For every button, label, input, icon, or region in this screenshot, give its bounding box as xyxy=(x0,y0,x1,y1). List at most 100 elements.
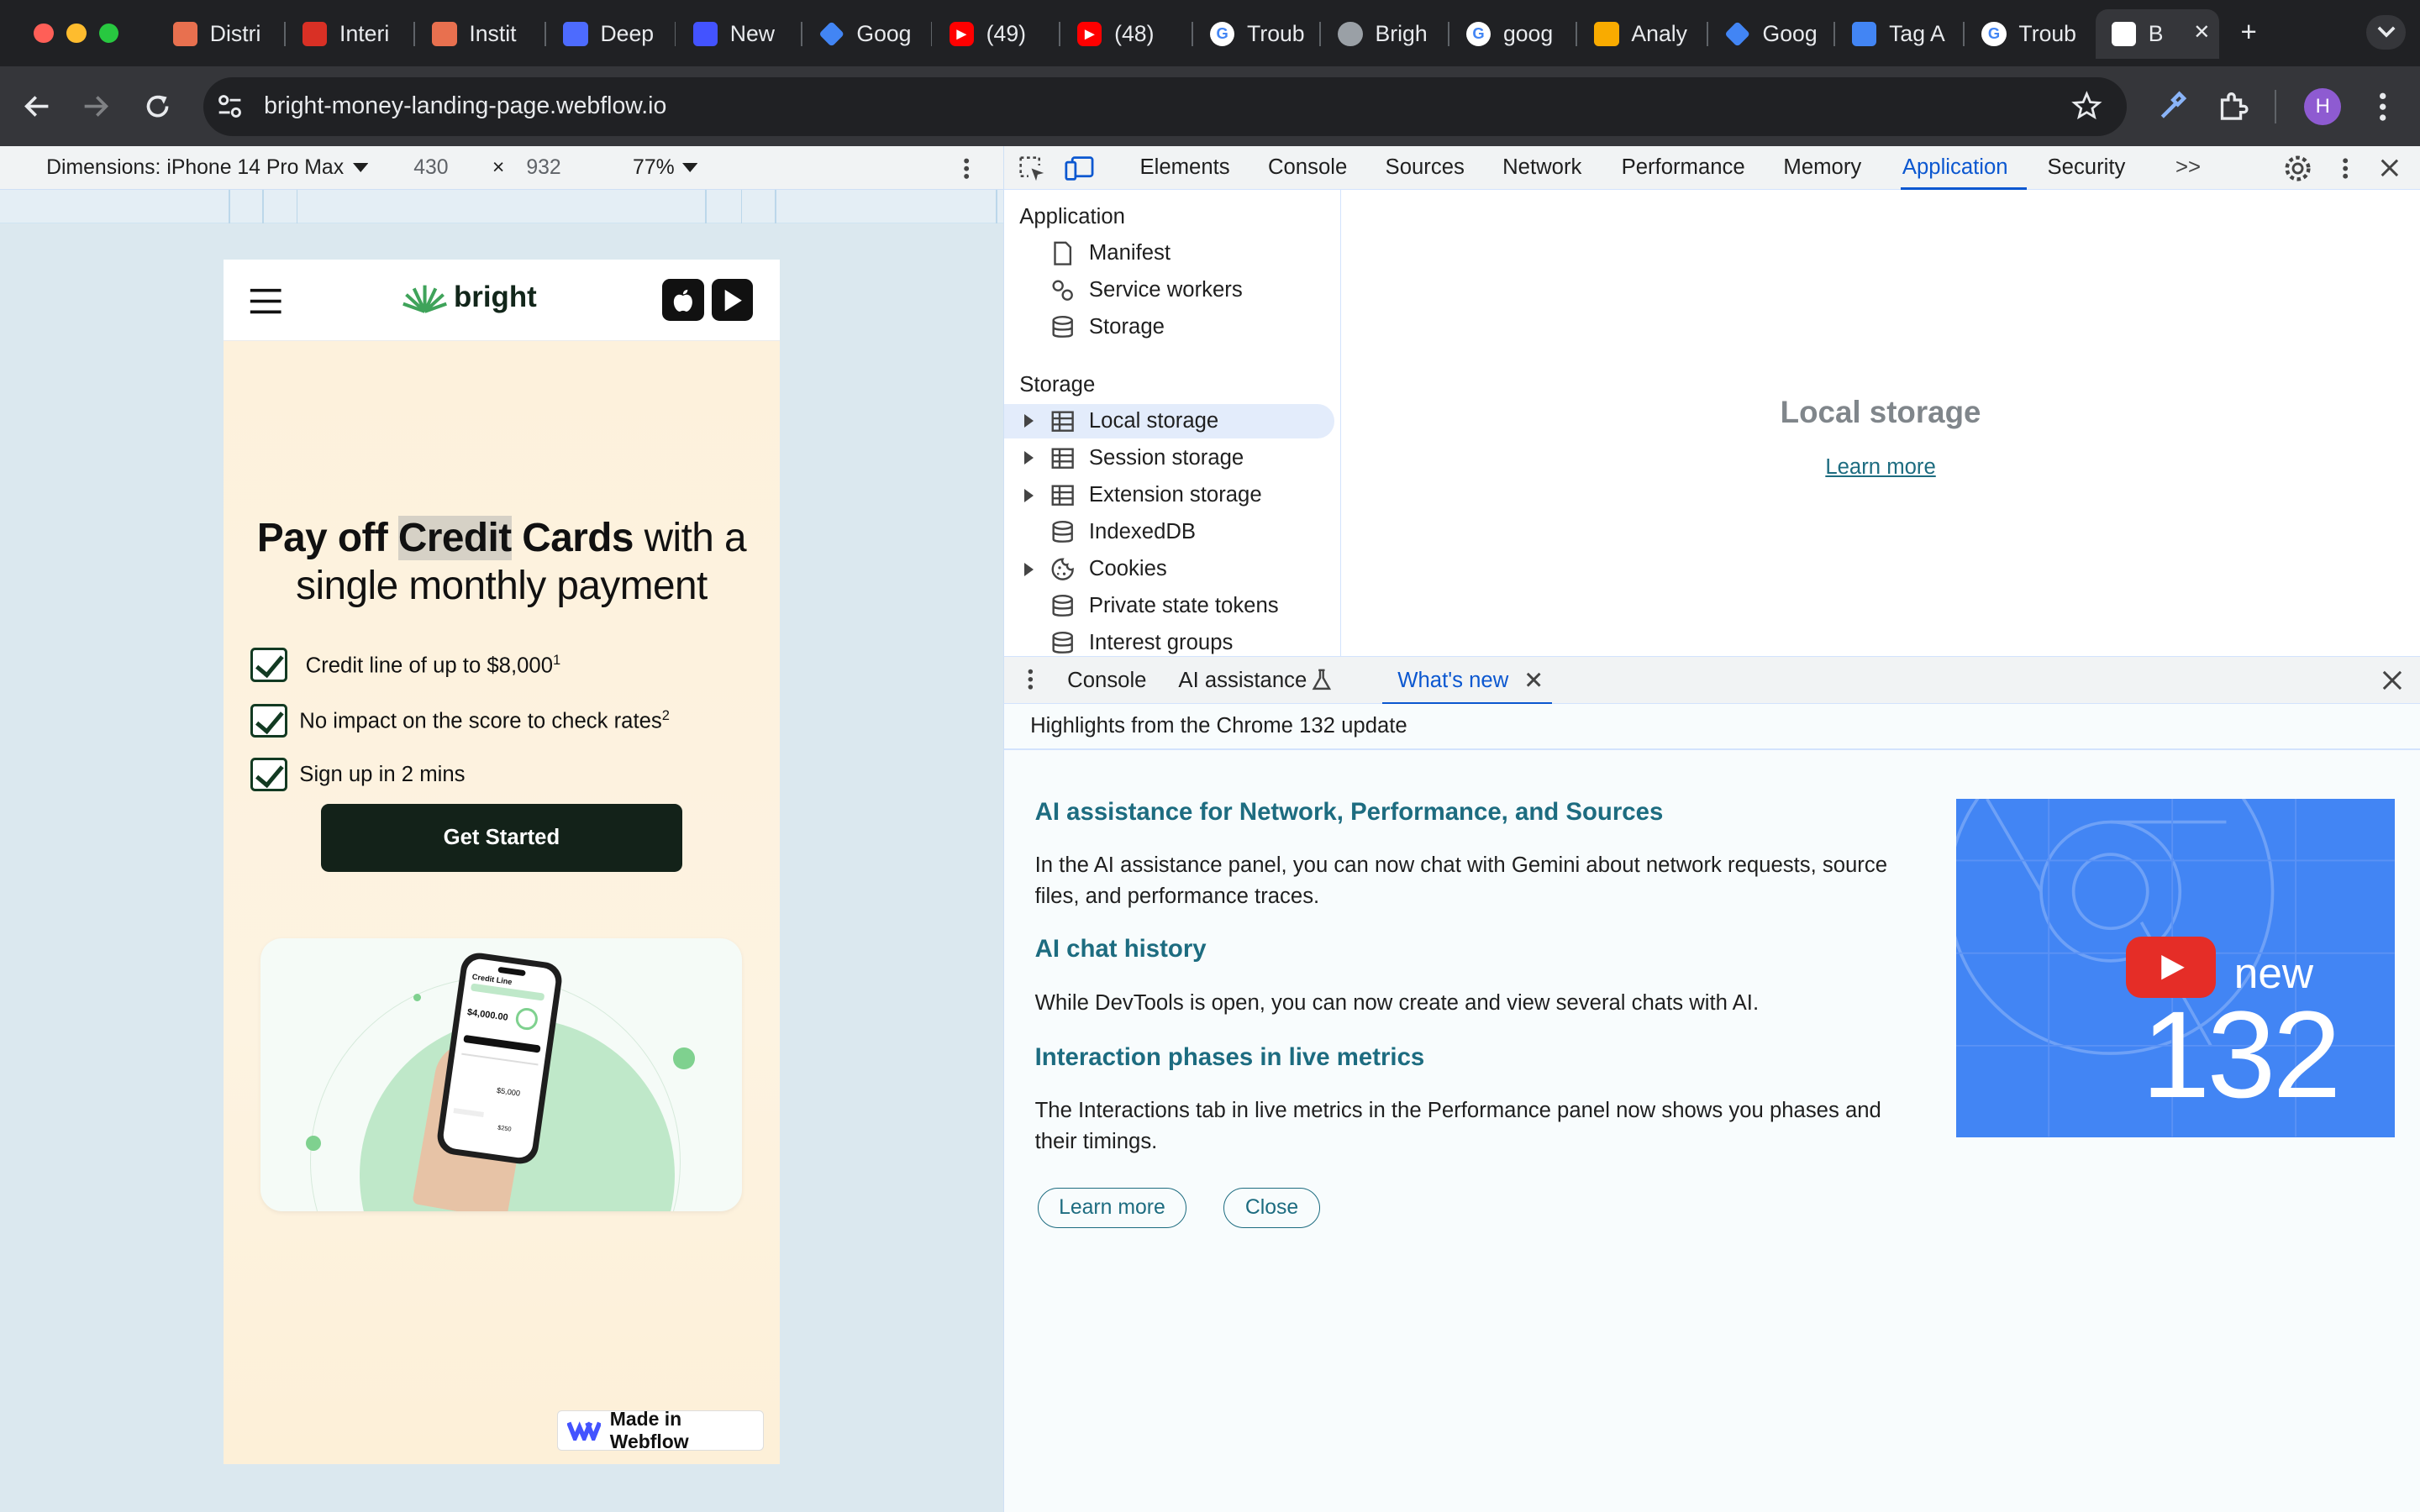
sidebar-item-interest-groups[interactable]: Interest groups xyxy=(1004,627,1334,656)
sidebar-item-local-storage[interactable]: Local storage xyxy=(1003,404,1334,438)
browser-tab[interactable]: Tag A xyxy=(1837,9,1957,59)
more-tabs-button[interactable]: >> xyxy=(2175,146,2201,189)
browser-tab[interactable]: ▶ (49) xyxy=(934,9,1054,59)
viewport-height-input[interactable]: 932 xyxy=(526,156,560,180)
browser-tab[interactable]: Distri xyxy=(157,9,277,59)
caret-down-icon xyxy=(353,162,369,172)
device-toggle-icon[interactable] xyxy=(1064,155,1096,182)
close-button[interactable]: Close xyxy=(1223,1188,1321,1229)
checkbox-check-icon xyxy=(250,703,287,738)
browser-tab[interactable]: Analy xyxy=(1579,9,1699,59)
play-store-button[interactable] xyxy=(711,279,754,322)
site-settings-icon[interactable] xyxy=(216,92,244,120)
devtools-tab-memory[interactable]: Memory xyxy=(1783,146,1861,189)
browser-tab[interactable]: Brigh xyxy=(1323,9,1443,59)
browser-tab[interactable]: G Troub xyxy=(1966,9,2086,59)
drawer-tab-console[interactable]: Console xyxy=(1067,657,1146,705)
database-icon xyxy=(1052,632,1073,654)
sidebar-item-private-state-tokens[interactable]: Private state tokens xyxy=(1004,590,1334,623)
viewport-width-input[interactable]: 430 xyxy=(413,156,448,180)
chrome-132-video-thumbnail[interactable]: new 132 xyxy=(1956,799,2395,1137)
zoom-window-button[interactable] xyxy=(98,23,119,44)
close-window-button[interactable] xyxy=(34,23,55,44)
browser-tab[interactable]: Interi xyxy=(287,9,408,59)
devtools-menu-icon[interactable] xyxy=(2338,155,2353,182)
section-heading[interactable]: Interaction phases in live metrics xyxy=(1035,1043,1425,1072)
close-drawer-icon[interactable] xyxy=(2382,670,2402,690)
extensions-puzzle-icon[interactable] xyxy=(2217,91,2249,122)
sidebar-item-extension-storage[interactable]: Extension storage xyxy=(1004,478,1334,512)
tab-search-button[interactable] xyxy=(2365,15,2407,50)
devtools-tab-security[interactable]: Security xyxy=(2048,146,2126,189)
browser-tab[interactable]: B ✕ xyxy=(2096,9,2220,59)
device-more-icon[interactable] xyxy=(959,156,974,181)
back-button[interactable] xyxy=(15,85,58,128)
cookie-icon xyxy=(1051,558,1074,580)
learn-more-link[interactable]: Learn more xyxy=(1341,455,2420,480)
settings-gear-icon[interactable] xyxy=(2284,155,2312,182)
mock-small-amount: $250 xyxy=(497,1123,513,1133)
browser-tab[interactable]: Ggoog xyxy=(1451,9,1571,59)
headline-text: Cards xyxy=(511,516,634,561)
tab-title: Tag A xyxy=(1889,20,1945,46)
new-tab-button[interactable]: + xyxy=(2227,11,2270,54)
reload-button[interactable] xyxy=(136,85,179,128)
close-tab-icon[interactable]: ✕ xyxy=(2193,20,2210,45)
expand-arrow-icon[interactable] xyxy=(1023,451,1034,465)
inspect-element-icon[interactable] xyxy=(1018,155,1045,182)
app-store-button[interactable] xyxy=(661,279,704,322)
minimize-window-button[interactable] xyxy=(66,23,87,44)
section-heading[interactable]: AI chat history xyxy=(1035,935,1207,963)
zoom-select[interactable]: 77% xyxy=(633,156,698,180)
media-query-ruler[interactable] xyxy=(0,189,1003,224)
expand-arrow-icon[interactable] xyxy=(1023,414,1034,428)
devtools-tab-console[interactable]: Console xyxy=(1268,146,1347,189)
local-storage-pane: Local storage Learn more xyxy=(1341,189,2420,656)
made-in-webflow-badge[interactable]: Made in Webflow xyxy=(557,1408,765,1452)
devtools-tab-performance[interactable]: Performance xyxy=(1622,146,1745,189)
devtools-tab-elements[interactable]: Elements xyxy=(1140,146,1230,189)
bookmark-star-icon[interactable] xyxy=(2071,91,2102,122)
browser-tab[interactable]: ▶ (48) xyxy=(1062,9,1182,59)
brand-logo[interactable]: bright xyxy=(402,281,537,314)
browser-tab[interactable]: Instit xyxy=(417,9,537,59)
sidebar-item-storage[interactable]: Storage xyxy=(1004,310,1334,344)
feature-item: Sign up in 2 mins xyxy=(250,757,465,792)
forward-button[interactable] xyxy=(74,85,117,128)
sidebar-item-cookies[interactable]: Cookies xyxy=(1004,553,1334,586)
sidebar-item-service-workers[interactable]: Service workers xyxy=(1004,273,1334,307)
section-heading[interactable]: AI assistance for Network, Performance, … xyxy=(1035,798,1664,827)
tab-separator xyxy=(1963,21,1965,47)
hero-headline: Pay off Credit Cards with a single month… xyxy=(224,515,779,611)
sidebar-item-session-storage[interactable]: Session storage xyxy=(1004,441,1334,475)
close-tab-icon[interactable] xyxy=(1526,672,1541,687)
section-body: While DevTools is open, you can now crea… xyxy=(1034,990,1760,1015)
browser-tab[interactable]: Goog xyxy=(1710,9,1830,59)
browser-tab[interactable]: Deep xyxy=(548,9,668,59)
devtools-tab-sources[interactable]: Sources xyxy=(1386,146,1465,189)
close-devtools-icon[interactable] xyxy=(2379,157,2401,179)
tab-title: Goog xyxy=(856,20,912,46)
get-started-button[interactable]: Get Started xyxy=(321,803,682,872)
hamburger-menu-icon[interactable] xyxy=(249,287,282,315)
sidebar-item-manifest[interactable]: Manifest xyxy=(1004,236,1334,270)
tab-title: Troub xyxy=(2018,20,2076,46)
eyedropper-extension-icon[interactable] xyxy=(2156,91,2187,122)
kebab-menu-icon[interactable] xyxy=(2370,90,2395,123)
devtools-tab-network[interactable]: Network xyxy=(1502,146,1581,189)
learn-more-button[interactable]: Learn more xyxy=(1038,1188,1186,1229)
drawer-menu-icon[interactable] xyxy=(1024,667,1037,691)
tab-title: New xyxy=(729,20,775,46)
browser-tab[interactable]: Goog xyxy=(804,9,924,59)
devtools-tab-application[interactable]: Application xyxy=(1901,146,2027,190)
profile-avatar[interactable]: H xyxy=(2304,87,2342,125)
sidebar-item-indexeddb[interactable]: IndexedDB xyxy=(1004,515,1334,549)
device-select[interactable]: Dimensions: iPhone 14 Pro Max xyxy=(46,156,369,180)
flask-icon xyxy=(1312,669,1332,690)
browser-tab[interactable]: New xyxy=(677,9,797,59)
browser-tab[interactable]: G Troub xyxy=(1195,9,1315,59)
drawer-tab-whats-new[interactable]: What's new xyxy=(1381,657,1552,705)
expand-arrow-icon[interactable] xyxy=(1023,488,1034,502)
expand-arrow-icon[interactable] xyxy=(1023,562,1034,576)
drawer-tab-ai-assistance[interactable]: AI assistance xyxy=(1178,657,1332,705)
